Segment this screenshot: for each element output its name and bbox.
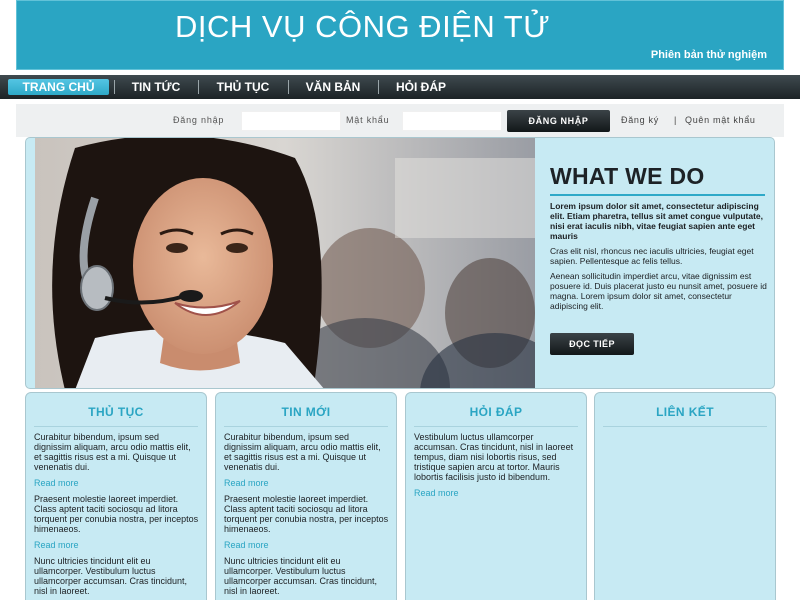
site-title: DỊCH VỤ CÔNG ĐIỆN TỬ	[175, 9, 551, 44]
site-header: DỊCH VỤ CÔNG ĐIỆN TỬ Phiên bản thử nghiệ…	[16, 0, 784, 70]
nav-item-home[interactable]: TRANG CHỦ	[8, 79, 109, 95]
column-text: Praesent molestie laoreet imperdiet. Cla…	[34, 494, 199, 534]
hero-image	[35, 138, 535, 388]
read-more-button[interactable]: ĐỌC TIẾP	[550, 333, 634, 355]
column-title: TIN MỚI	[281, 405, 331, 419]
username-input[interactable]	[241, 111, 341, 131]
column-divider	[224, 426, 388, 427]
column-text: Vestibulum luctus ullamcorper accumsan. …	[414, 432, 574, 482]
login-bar: Đăng nhập Mật khẩu ĐĂNG NHẬP Đăng ký | Q…	[16, 104, 784, 137]
column-title: THỦ TỤC	[88, 405, 144, 419]
password-input[interactable]	[402, 111, 502, 131]
nav-separator	[288, 80, 289, 94]
read-more-link[interactable]: Read more	[414, 488, 579, 498]
password-label: Mật khẩu	[346, 115, 390, 125]
nav-separator	[378, 80, 379, 94]
nav-item-procedures[interactable]: THỦ TỤC	[203, 79, 283, 95]
column-title: LIÊN KẾT	[656, 405, 714, 419]
link-separator: |	[674, 115, 678, 125]
login-button[interactable]: ĐĂNG NHẬP	[507, 110, 610, 132]
column-divider	[603, 426, 767, 427]
read-more-link[interactable]: Read more	[224, 478, 389, 488]
column-text: Nunc ultricies tincidunt elit eu ullamco…	[34, 556, 188, 596]
main-nav: TRANG CHỦ TIN TỨC THỦ TỤC VĂN BẢN HỎI ĐÁ…	[0, 75, 800, 99]
page: DỊCH VỤ CÔNG ĐIỆN TỬ Phiên bản thử nghiệ…	[0, 0, 800, 600]
column-body: Curabitur bibendum, ipsum sed dignissim …	[224, 432, 389, 600]
column-divider	[34, 426, 198, 427]
column-text: Curabitur bibendum, ipsum sed dignissim …	[224, 432, 381, 472]
register-link[interactable]: Đăng ký	[621, 115, 659, 125]
read-more-link[interactable]: Read more	[34, 540, 199, 550]
nav-item-documents[interactable]: VĂN BẢN	[293, 79, 373, 95]
column-text: Praesent molestie laoreet imperdiet. Cla…	[224, 494, 389, 534]
site-subtitle: Phiên bản thử nghiệm	[650, 49, 767, 61]
read-more-link[interactable]: Read more	[224, 540, 389, 550]
column-body: Vestibulum luctus ullamcorper accumsan. …	[414, 432, 579, 504]
column-title: HỎI ĐÁP	[469, 405, 523, 419]
nav-item-faq[interactable]: HỎI ĐÁP	[383, 79, 459, 95]
column-text: Nunc ultricies tincidunt elit eu ullamco…	[224, 556, 378, 596]
forgot-password-link[interactable]: Quên mật khẩu	[685, 115, 756, 125]
column-links: LIÊN KẾT	[594, 392, 776, 600]
read-more-link[interactable]: Read more	[34, 478, 199, 488]
nav-separator	[198, 80, 199, 94]
nav-item-news[interactable]: TIN TỨC	[119, 79, 193, 95]
column-text: Curabitur bibendum, ipsum sed dignissim …	[34, 432, 191, 472]
nav-separator	[114, 80, 115, 94]
username-label: Đăng nhập	[173, 115, 225, 125]
feature-panel: WHAT WE DO Lorem ipsum dolor sit amet, c…	[25, 137, 775, 389]
feature-paragraph: Aenean sollicitudin imperdiet arcu, vita…	[550, 271, 767, 311]
column-body: Curabitur bibendum, ipsum sed dignissim …	[34, 432, 199, 600]
feature-title: WHAT WE DO	[550, 163, 705, 189]
feature-lead: Lorem ipsum dolor sit amet, consectetur …	[550, 201, 764, 241]
column-procedures: THỦ TỤC Curabitur bibendum, ipsum sed di…	[25, 392, 207, 600]
column-news: TIN MỚI Curabitur bibendum, ipsum sed di…	[215, 392, 397, 600]
column-faq: HỎI ĐÁP Vestibulum luctus ullamcorper ac…	[405, 392, 587, 600]
column-divider	[414, 426, 578, 427]
feature-divider	[550, 194, 765, 196]
feature-paragraph: Cras elit nisl, rhoncus nec iaculis ultr…	[550, 246, 754, 266]
